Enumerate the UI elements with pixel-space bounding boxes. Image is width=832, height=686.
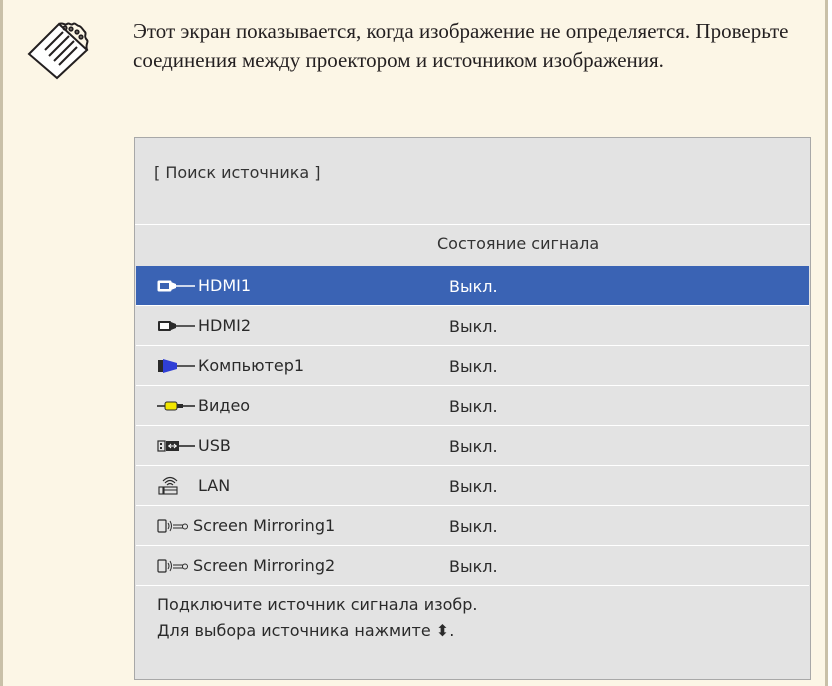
footer-line-2-text: Для выбора источника нажмите bbox=[157, 621, 431, 640]
source-status: Выкл. bbox=[449, 557, 498, 576]
vga-computer-icon bbox=[157, 357, 195, 375]
footer-period: . bbox=[449, 621, 455, 640]
source-row-computer1[interactable]: Компьютер1 Выкл. bbox=[136, 346, 809, 386]
source-row-hdmi2[interactable]: HDMI2 Выкл. bbox=[136, 306, 809, 346]
footer-line-1: Подключите источник сигнала изобр. bbox=[157, 595, 478, 614]
source-row-screen-mirroring2[interactable]: Screen Mirroring2 Выкл. bbox=[136, 546, 809, 586]
hdmi-icon bbox=[157, 317, 195, 335]
divider bbox=[135, 224, 810, 225]
source-row-hdmi1[interactable]: HDMI1 Выкл. bbox=[136, 266, 809, 306]
source-status: Выкл. bbox=[449, 277, 498, 296]
note-icon bbox=[25, 20, 97, 82]
panel-title: [ Поиск источника ] bbox=[154, 163, 321, 182]
source-row-usb[interactable]: USB Выкл. bbox=[136, 426, 809, 466]
source-status: Выкл. bbox=[449, 477, 498, 496]
screen-mirroring-icon bbox=[157, 557, 195, 575]
source-list: HDMI1 Выкл. HDMI2 Выкл. Компьютер1 Выкл.… bbox=[136, 266, 809, 586]
usb-icon bbox=[157, 437, 195, 455]
screen-mirroring-icon bbox=[157, 517, 195, 535]
source-name: Видео bbox=[198, 396, 251, 415]
source-status: Выкл. bbox=[449, 357, 498, 376]
footer-line-2: Для выбора источника нажмите ⬍. bbox=[157, 618, 478, 644]
source-name: Screen Mirroring1 bbox=[193, 516, 336, 535]
source-name: HDMI1 bbox=[198, 276, 252, 295]
signal-status-header: Состояние сигнала bbox=[437, 234, 600, 253]
source-name: LAN bbox=[198, 476, 231, 495]
source-status: Выкл. bbox=[449, 317, 498, 336]
source-row-lan[interactable]: LAN Выкл. bbox=[136, 466, 809, 506]
source-name: Screen Mirroring2 bbox=[193, 556, 336, 575]
source-search-panel: [ Поиск источника ] Состояние сигнала HD… bbox=[134, 137, 811, 680]
source-status: Выкл. bbox=[449, 437, 498, 456]
source-name: USB bbox=[198, 436, 231, 455]
source-status: Выкл. bbox=[449, 517, 498, 536]
source-row-video[interactable]: Видео Выкл. bbox=[136, 386, 809, 426]
rca-video-icon bbox=[157, 397, 195, 415]
up-down-arrow-icon: ⬍ bbox=[435, 621, 450, 640]
source-name: HDMI2 bbox=[198, 316, 252, 335]
source-row-screen-mirroring1[interactable]: Screen Mirroring1 Выкл. bbox=[136, 506, 809, 546]
note-text: Этот экран показывается, когда изображен… bbox=[133, 19, 789, 72]
note-box: Этот экран показывается, когда изображен… bbox=[0, 0, 828, 686]
source-name: Компьютер1 bbox=[198, 356, 305, 375]
source-status: Выкл. bbox=[449, 397, 498, 416]
hdmi-icon bbox=[157, 277, 195, 295]
panel-footer: Подключите источник сигнала изобр. Для в… bbox=[157, 592, 478, 644]
lan-wireless-icon bbox=[157, 476, 195, 495]
